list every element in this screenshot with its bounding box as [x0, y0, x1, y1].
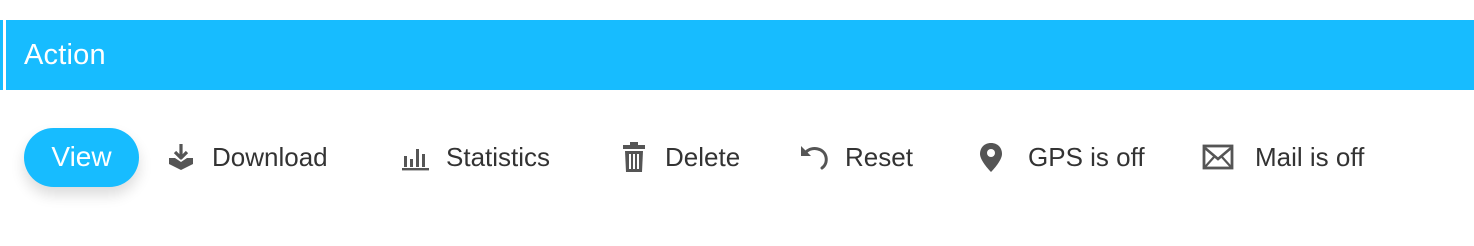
download-icon [164, 140, 198, 174]
reset-button[interactable]: Reset [797, 127, 913, 187]
bar-chart-icon [398, 140, 432, 174]
undo-icon [797, 140, 831, 174]
mail-toggle[interactable]: Mail is off [1201, 127, 1364, 187]
gps-label: GPS is off [1028, 141, 1145, 172]
statistics-label: Statistics [446, 141, 551, 172]
gps-toggle[interactable]: GPS is off [974, 127, 1145, 187]
download-button[interactable]: Download [164, 127, 328, 187]
statistics-button[interactable]: Statistics [398, 127, 550, 187]
header-title: Action [24, 38, 106, 71]
action-header: Action [3, 20, 1474, 90]
action-toolbar: View [24, 127, 139, 187]
map-pin-icon [974, 140, 1008, 174]
envelope-icon [1201, 140, 1235, 174]
delete-button[interactable]: Delete [617, 127, 740, 187]
view-button[interactable]: View [24, 127, 139, 187]
delete-label: Delete [665, 141, 741, 172]
view-button-label: View [51, 141, 112, 172]
reset-label: Reset [845, 141, 913, 172]
download-label: Download [212, 141, 328, 172]
trash-icon [617, 140, 651, 174]
mail-label: Mail is off [1255, 141, 1365, 172]
page: Action View Download Statistics Delete R… [0, 0, 1474, 246]
